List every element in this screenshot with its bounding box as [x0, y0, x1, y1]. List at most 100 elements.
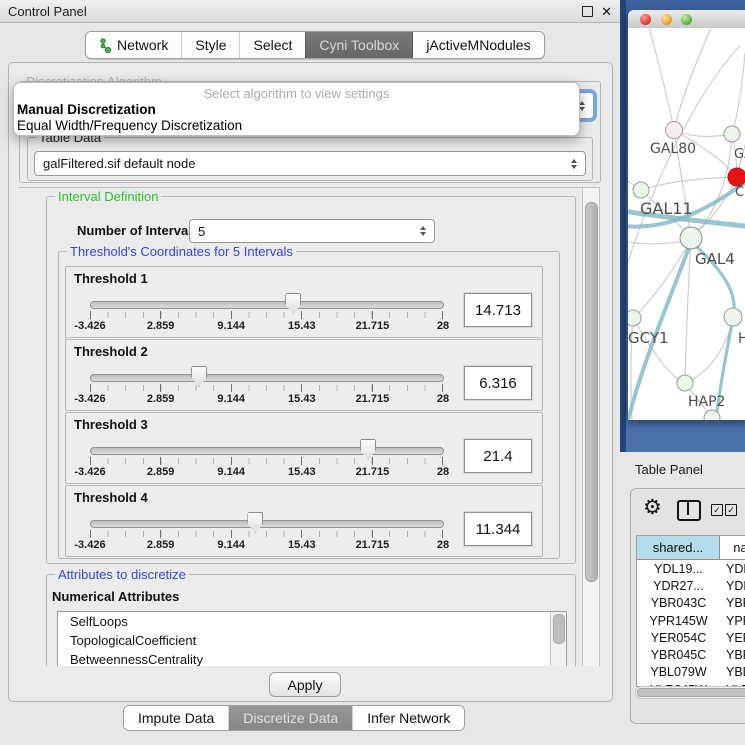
combo-spinner-icon[interactable] [415, 226, 431, 236]
apply-button[interactable]: Apply [269, 672, 341, 697]
tab-cyni-toolbox[interactable]: Cyni Toolbox [305, 32, 412, 58]
table-header-row: shared... na [637, 536, 745, 560]
cell-name: YER0 [720, 631, 745, 645]
slider-track[interactable] [90, 301, 444, 309]
attributes-listbox[interactable]: SelfLoops TopologicalCoefficient Between… [57, 611, 567, 666]
column-header-shared-name[interactable]: shared... [637, 536, 720, 559]
cell-shared-name: YBR043C [637, 596, 720, 610]
threshold-value-box[interactable]: 14.713 [464, 293, 532, 327]
list-scrollbar-thumb[interactable] [553, 614, 565, 644]
list-item[interactable]: BetweennessCentrality [58, 650, 566, 666]
table-row[interactable]: YDL19...YDL1 [637, 560, 745, 577]
cell-shared-name: YBL079W [637, 665, 720, 679]
table-row[interactable]: YBR045CYBR0 [637, 646, 745, 663]
dropdown-option-manual[interactable]: Manual Discretization [17, 102, 156, 117]
tick-label: 21.715 [356, 320, 390, 332]
cell-name: YBR0 [720, 596, 745, 610]
dropdown-hint: Select algorithm to view settings [14, 86, 579, 101]
gear-icon[interactable]: ⚙ [643, 497, 662, 518]
tick-label: -3.426 [74, 320, 105, 332]
tick-label: 2.859 [147, 320, 175, 332]
threshold-panel-4: Threshold 4 -3.426 2.859 9.144 15.43 21.… [65, 485, 543, 557]
network-desktop: GAL80 GA C GAL11 GAL4 GCY1 H HAP2 [620, 0, 745, 452]
interval-definition-legend: Interval Definition [55, 189, 161, 204]
top-tab-bar: Network Style Select Cyni Toolbox jActiv… [85, 31, 545, 59]
cell-name: YDL1 [720, 562, 745, 576]
tab-impute-data[interactable]: Impute Data [124, 706, 228, 730]
tick-label: -3.426 [74, 466, 105, 478]
slider-thumb[interactable] [247, 512, 263, 533]
tick-label: 15.43 [288, 393, 316, 405]
list-item[interactable]: TopologicalCoefficient [58, 631, 566, 650]
settings-scrollpane: Interval Definition Number of Intervals … [19, 187, 600, 666]
cell-shared-name: YBR045C [637, 648, 720, 662]
thresholds-legend: Threshold's Coordinates for 5 Intervals [67, 244, 296, 259]
checkbox-icon[interactable]: ✓ [711, 504, 723, 516]
tab-label: Infer Network [367, 710, 450, 726]
table-horizontal-scrollbar[interactable] [635, 686, 745, 699]
threshold-value-box[interactable]: 11.344 [464, 512, 532, 546]
table-data-combobox[interactable]: galFiltered.sif default node [34, 151, 586, 176]
tick-label: 28 [437, 539, 449, 551]
node-label: H [738, 331, 745, 347]
checkbox-icon[interactable]: ✓ [725, 504, 737, 516]
interval-definition-fieldset: Interval Definition Number of Intervals … [46, 196, 576, 564]
network-canvas[interactable]: GAL80 GA C GAL11 GAL4 GCY1 H HAP2 [628, 28, 745, 420]
tab-jactivemnodules[interactable]: jActiveMNodules [412, 32, 543, 58]
minimize-traffic-light-icon[interactable] [661, 14, 672, 25]
tab-label: Cyni Toolbox [319, 37, 399, 53]
slider-scale-labels: -3.426 2.859 9.144 15.43 21.715 28 [90, 539, 443, 552]
slider-track[interactable] [90, 447, 444, 455]
cell-name: YBL0 [720, 665, 745, 679]
tick-label: 28 [437, 393, 449, 405]
tab-network[interactable]: Network [86, 32, 181, 58]
node-label: GAL11 [640, 199, 693, 218]
zoom-traffic-light-icon[interactable] [681, 14, 692, 25]
node-label: GAL4 [695, 250, 735, 268]
application-window: Control Panel ✕ Network Style Select Cyn… [0, 0, 745, 745]
tick-label: -3.426 [74, 539, 105, 551]
settings-scrollbar-thumb[interactable] [585, 202, 598, 582]
close-icon[interactable]: ✕ [601, 5, 612, 18]
slider-scale-labels: -3.426 2.859 9.144 15.43 21.715 28 [90, 320, 443, 333]
slider-thumb[interactable] [191, 366, 207, 387]
table-scrollbar-thumb[interactable] [637, 688, 745, 697]
threshold-value-box[interactable]: 21.4 [464, 439, 532, 473]
table-row[interactable]: YPR145WYPR1 [637, 612, 745, 629]
split-columns-icon[interactable] [677, 500, 701, 521]
panel-title: Control Panel [8, 4, 87, 19]
slider-thumb[interactable] [360, 439, 376, 460]
column-header-name[interactable]: na [720, 536, 745, 559]
close-traffic-light-icon[interactable] [640, 14, 651, 25]
num-intervals-combobox[interactable]: 5 [189, 219, 435, 243]
slider-thumb[interactable] [285, 293, 301, 314]
table-panel: ⚙ ✓ ✓ shared... na YDL19...YDL1 YDR27...… [630, 488, 745, 724]
tab-label: Discretize Data [243, 710, 338, 726]
tab-discretize-data[interactable]: Discretize Data [228, 706, 352, 730]
table-row[interactable]: YER054CYER0 [637, 629, 745, 646]
table-row[interactable]: YBL079WYBL0 [637, 664, 745, 681]
tick-label: 15.43 [288, 539, 316, 551]
float-window-icon[interactable] [582, 6, 593, 17]
cell-name: YDR2 [720, 579, 745, 593]
node-table: shared... na YDL19...YDL1 YDR27...YDR2 Y… [636, 535, 745, 687]
list-scrollbar[interactable] [550, 612, 566, 666]
list-item[interactable]: SelfLoops [58, 612, 566, 631]
threshold-value-box[interactable]: 6.316 [464, 366, 532, 400]
tab-select[interactable]: Select [239, 32, 305, 58]
dropdown-option-equal-width[interactable]: Equal Width/Frequency Discretization [17, 118, 242, 133]
threshold-title: Threshold 4 [74, 490, 148, 505]
table-row[interactable]: YDR27...YDR2 [637, 577, 745, 594]
combo-spinner-icon[interactable] [566, 159, 582, 169]
tab-infer-network[interactable]: Infer Network [352, 706, 464, 730]
cell-shared-name: YDR27... [637, 579, 720, 593]
settings-scrollbar[interactable] [582, 188, 600, 666]
slider-track[interactable] [90, 520, 444, 528]
network-window-titlebar [628, 10, 745, 29]
attributes-fieldset: Attributes to discretize Numerical Attri… [46, 574, 576, 666]
slider-track[interactable] [90, 374, 444, 382]
tab-style[interactable]: Style [181, 32, 239, 58]
table-row[interactable]: YBR043CYBR0 [637, 595, 745, 612]
network-window[interactable]: GAL80 GA C GAL11 GAL4 GCY1 H HAP2 [628, 10, 745, 420]
selected-red-node[interactable] [728, 168, 745, 186]
